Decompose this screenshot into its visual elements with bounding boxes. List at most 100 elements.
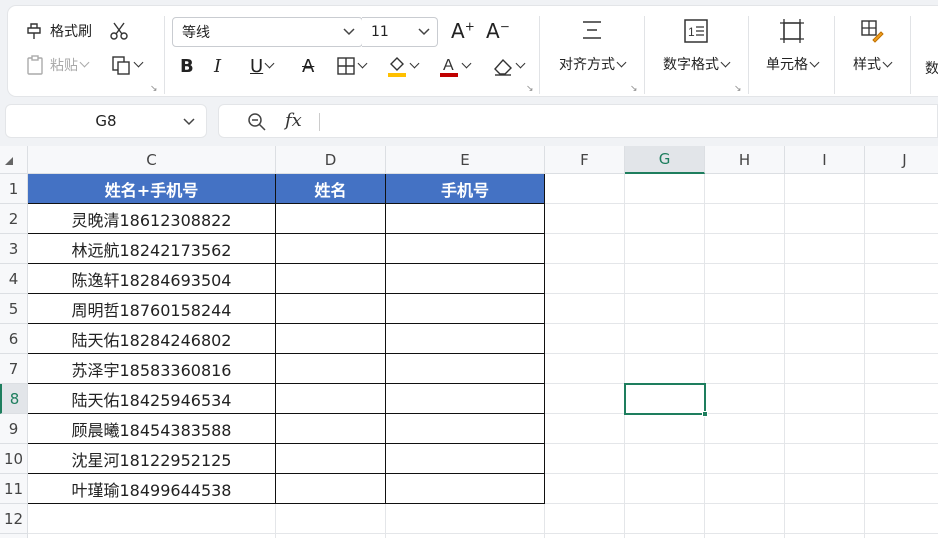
grid-cell[interactable] [865,234,938,264]
cell-button[interactable]: 单元格 [756,18,828,74]
table-cell-name-phone[interactable]: 沈星河18122952125 [28,444,276,474]
grid-cell[interactable] [705,234,785,264]
table-header-cell[interactable]: 姓名 [276,174,386,204]
font-color-button[interactable]: A [438,54,472,78]
formula-input-area[interactable]: fx [218,104,938,138]
grid-cell[interactable] [545,174,625,204]
grid-cell[interactable] [545,294,625,324]
font-size-select[interactable]: 11 [362,17,438,47]
row-header-7[interactable]: 7 [0,354,28,384]
alignment-button[interactable]: 对齐方式 [548,18,636,74]
grid-cell[interactable] [545,534,625,538]
grid-cell[interactable] [705,504,785,534]
select-all-corner[interactable] [0,146,28,174]
grid-cell[interactable] [705,174,785,204]
cut-button[interactable] [108,20,130,42]
column-header-d[interactable]: D [276,146,386,174]
grid-cell[interactable] [705,384,785,414]
grid-cell[interactable] [865,174,938,204]
grid-cell[interactable] [625,324,705,354]
grid-cell[interactable] [785,504,865,534]
grid-cell[interactable] [785,264,865,294]
grid-cell[interactable] [785,294,865,324]
column-header-i[interactable]: I [785,146,865,174]
table-cell-name[interactable] [276,384,386,414]
fill-color-button[interactable] [386,54,420,78]
grid-cell[interactable] [785,534,865,538]
grid-cell[interactable] [785,324,865,354]
format-painter-button[interactable]: 格式刷 [24,20,92,42]
row-header-2[interactable]: 2 [0,204,28,234]
table-header-cell[interactable]: 手机号 [386,174,545,204]
grid-cell[interactable] [785,444,865,474]
grid-cell[interactable] [545,444,625,474]
grid-cell[interactable] [865,504,938,534]
grid-cell[interactable] [28,534,276,538]
column-header-g[interactable]: G [625,146,705,174]
grid-cell[interactable] [545,384,625,414]
grid-cell[interactable] [785,414,865,444]
dialog-launcher-icon[interactable]: ↘ [734,84,742,94]
grid-cell[interactable] [545,234,625,264]
grid-cell[interactable] [28,504,276,534]
row-header-4[interactable]: 4 [0,264,28,294]
table-cell-name[interactable] [276,264,386,294]
grid-cell[interactable] [545,324,625,354]
table-cell-name-phone[interactable]: 周明哲18760158244 [28,294,276,324]
row-header-8[interactable]: 8 [0,384,28,414]
grid-cell[interactable] [865,384,938,414]
name-box[interactable]: G8 [5,104,207,138]
bold-button[interactable]: B [180,56,194,77]
table-cell-phone[interactable] [386,384,545,414]
grid-cell[interactable] [705,354,785,384]
copy-button[interactable] [110,54,144,76]
grid-cell[interactable] [705,414,785,444]
table-cell-name[interactable] [276,204,386,234]
table-cell-name[interactable] [276,474,386,504]
dialog-launcher-icon[interactable]: ↘ [526,84,534,94]
grid-cell[interactable] [625,204,705,234]
grid-cell[interactable] [705,264,785,294]
grid-cell[interactable] [785,474,865,504]
grid-cell[interactable] [625,534,705,538]
grid-cell[interactable] [705,204,785,234]
table-cell-name[interactable] [276,324,386,354]
grid-cell[interactable] [276,534,386,538]
zoom-icon[interactable] [247,112,267,132]
grid-cell[interactable] [705,474,785,504]
font-name-select[interactable]: 等线 [172,17,363,47]
row-header-6[interactable]: 6 [0,324,28,354]
row-header-3[interactable]: 3 [0,234,28,264]
underline-button[interactable]: U [250,56,275,77]
grid-cell[interactable] [625,264,705,294]
grid-cell[interactable] [705,444,785,474]
grid-cell[interactable] [625,174,705,204]
table-cell-phone[interactable] [386,264,545,294]
truncated-ribbon-item[interactable]: 数 [925,58,938,78]
table-cell-phone[interactable] [386,204,545,234]
grid-cell[interactable] [545,504,625,534]
grid-cell[interactable] [276,504,386,534]
dialog-launcher-icon[interactable]: ↘ [150,84,158,94]
table-cell-phone[interactable] [386,474,545,504]
strikethrough-button[interactable]: A [302,56,314,77]
grid-cell[interactable] [625,474,705,504]
row-header-10[interactable]: 10 [0,444,28,474]
table-cell-name[interactable] [276,354,386,384]
table-cell-phone[interactable] [386,414,545,444]
table-cell-name-phone[interactable]: 陆天佑18284246802 [28,324,276,354]
style-button[interactable]: 样式 [842,18,902,74]
row-header-9[interactable]: 9 [0,414,28,444]
row-header-5[interactable]: 5 [0,294,28,324]
grid-cell[interactable] [625,414,705,444]
table-cell-phone[interactable] [386,234,545,264]
table-cell-name[interactable] [276,444,386,474]
table-cell-name-phone[interactable]: 陆天佑18425946534 [28,384,276,414]
column-header-j[interactable]: J [865,146,938,174]
table-cell-phone[interactable] [386,354,545,384]
grid-cell[interactable] [545,264,625,294]
grid-cell[interactable] [625,444,705,474]
fill-handle[interactable] [702,411,708,417]
grid-cell[interactable] [625,294,705,324]
borders-button[interactable] [336,56,368,76]
